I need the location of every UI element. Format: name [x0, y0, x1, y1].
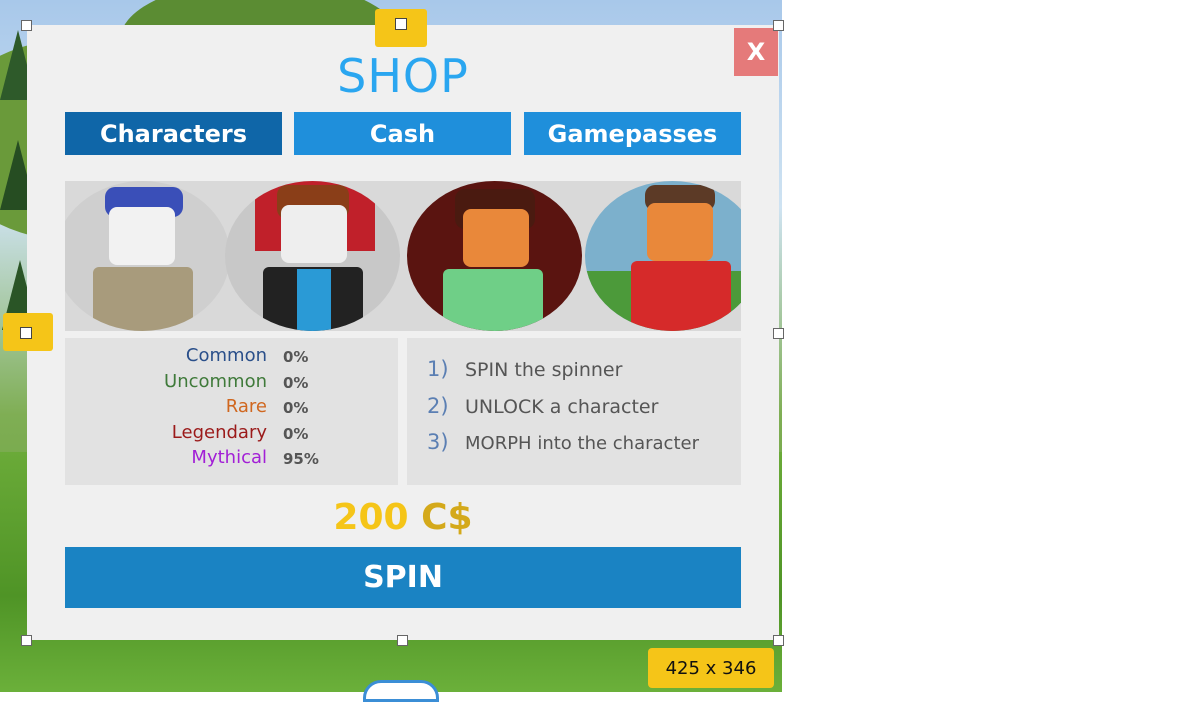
character-portrait[interactable] [585, 181, 741, 331]
handle-square [395, 18, 407, 30]
rarity-name: Mythical [191, 447, 267, 468]
rarity-name: Legendary [171, 422, 267, 443]
rarity-percent: 0% [283, 399, 309, 417]
resize-handle-left[interactable] [3, 313, 53, 351]
price-amount: 200 [333, 497, 409, 538]
rarity-percent: 0% [283, 425, 309, 443]
step-text: SPIN the spinner [465, 359, 623, 381]
instruction-step: 1) SPIN the spinner [427, 357, 622, 385]
handle-square [20, 327, 32, 339]
portrait-torso [93, 267, 193, 331]
portrait-torso [443, 269, 543, 331]
rarity-percent: 0% [283, 374, 309, 392]
resize-handle-bottom[interactable] [397, 635, 408, 646]
resize-handle-bottom-left[interactable] [21, 635, 32, 646]
rarity-percent: 95% [283, 450, 319, 468]
resize-handle-right[interactable] [773, 328, 784, 339]
spin-price: 200 C$ [27, 497, 779, 538]
step-text: MORPH into the character [465, 433, 699, 454]
tab-characters[interactable]: Characters [65, 112, 282, 155]
instruction-step: 3) MORPH into the character [427, 430, 699, 458]
resize-handle-top-right[interactable] [773, 20, 784, 31]
portrait-head [109, 207, 175, 265]
portrait-head [281, 205, 347, 263]
character-portraits [65, 181, 741, 331]
portrait-torso [631, 261, 731, 331]
character-portrait[interactable] [407, 181, 582, 331]
bottom-hud-button[interactable] [363, 680, 439, 702]
step-number: 2) [427, 394, 449, 418]
rarity-name: Rare [225, 396, 267, 417]
portrait-shirt [297, 269, 331, 331]
resize-handle-top[interactable] [375, 9, 427, 47]
step-number: 1) [427, 357, 449, 381]
tab-cash[interactable]: Cash [294, 112, 511, 155]
step-text: UNLOCK a character [465, 396, 659, 418]
close-button[interactable]: X [734, 28, 778, 76]
instructions-panel: 1) SPIN the spinner 2) UNLOCK a character … [407, 338, 741, 485]
rarity-row: Legendary 0% [65, 422, 398, 446]
portrait-head [463, 209, 529, 267]
rarity-row: Rare 0% [65, 396, 398, 420]
character-portrait[interactable] [225, 181, 400, 331]
character-portrait[interactable] [65, 181, 230, 331]
rarity-percent: 0% [283, 348, 309, 366]
resize-handle-top-left[interactable] [21, 20, 32, 31]
step-number: 3) [427, 430, 449, 454]
resize-handle-bottom-right[interactable] [773, 635, 784, 646]
shop-title: SHOP [337, 49, 469, 103]
size-indicator-badge: 425 x 346 [648, 648, 774, 688]
tab-gamepasses[interactable]: Gamepasses [524, 112, 741, 155]
portrait-head [647, 203, 713, 261]
price-currency: C$ [421, 497, 473, 538]
shop-panel: SHOP X Characters Cash Gamepasses Common… [27, 25, 779, 640]
rarity-name: Uncommon [164, 371, 267, 392]
instruction-step: 2) UNLOCK a character [427, 394, 658, 422]
rarity-odds-panel: Common 0% Uncommon 0% Rare 0% Legendary … [65, 338, 398, 485]
rarity-row: Uncommon 0% [65, 371, 398, 395]
rarity-row: Mythical 95% [65, 447, 398, 471]
rarity-row: Common 0% [65, 345, 398, 369]
spin-button[interactable]: SPIN [65, 547, 741, 608]
rarity-name: Common [185, 345, 267, 366]
